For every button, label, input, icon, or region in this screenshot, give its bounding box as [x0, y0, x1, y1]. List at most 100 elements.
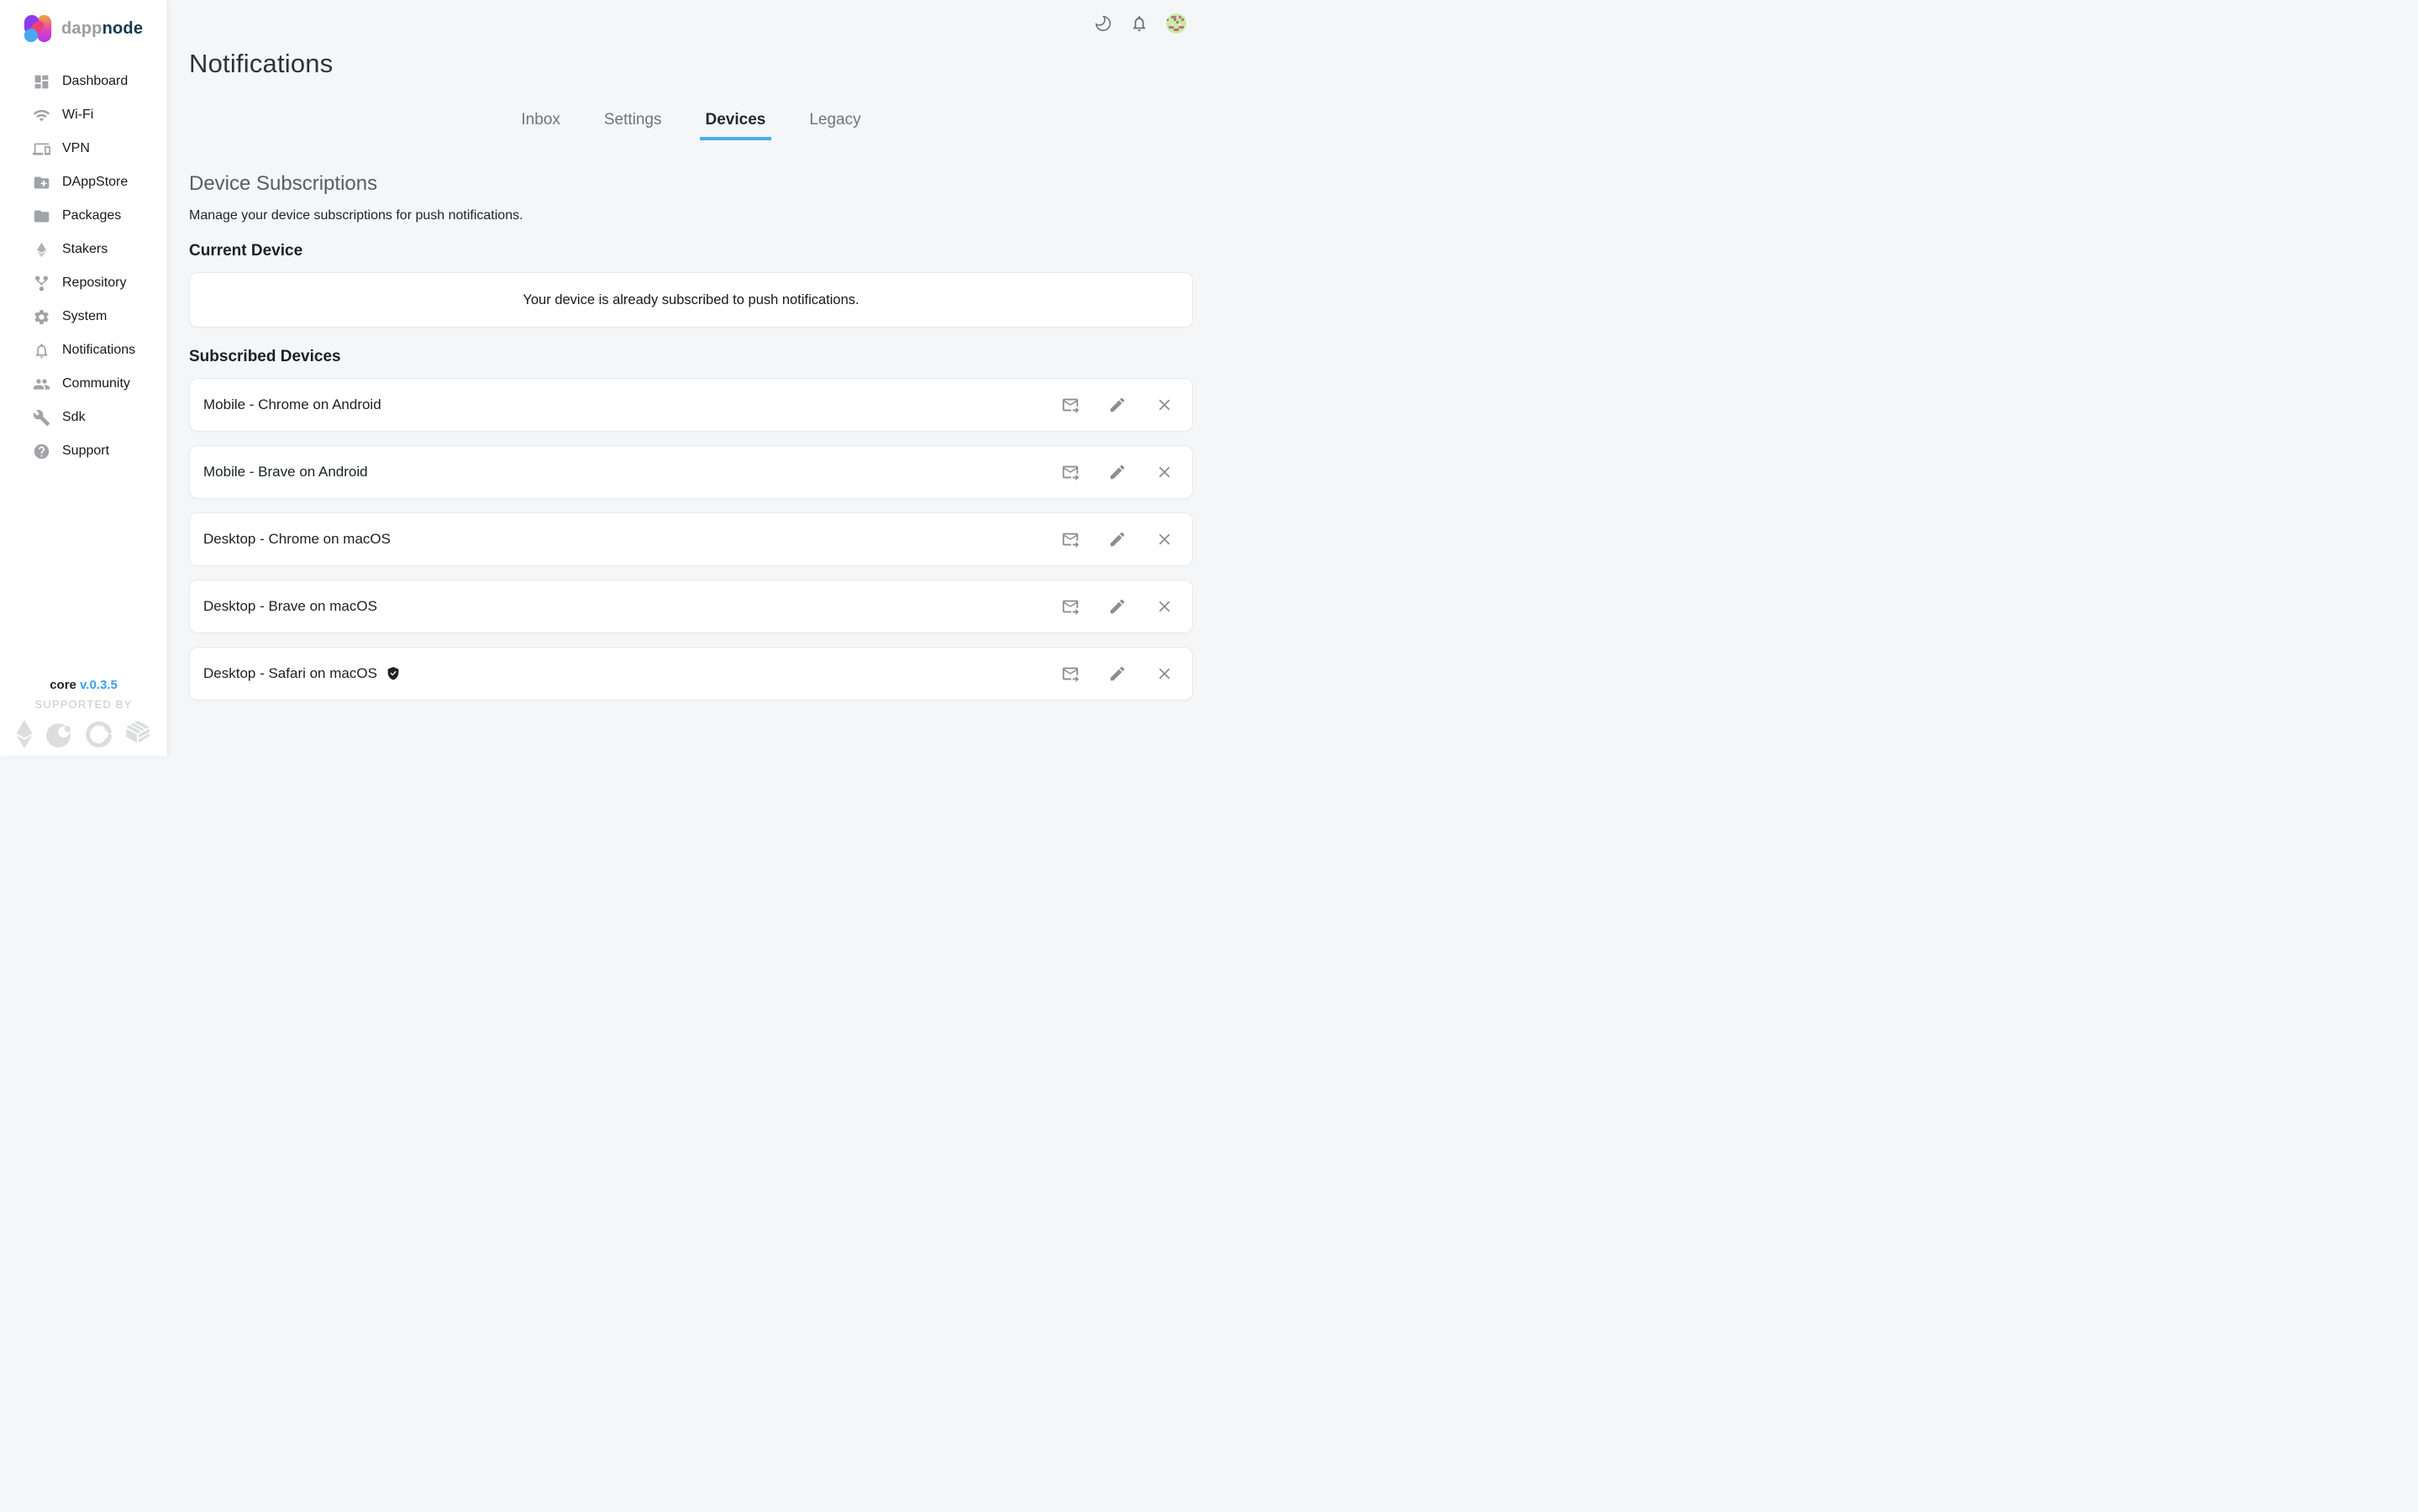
sidebar-item-support[interactable]: Support	[0, 434, 167, 468]
send-test-notification-button[interactable]	[1061, 530, 1080, 549]
brand-name: dappnode	[61, 19, 143, 39]
sidebar-item-vpn[interactable]: VPN	[0, 132, 167, 165]
section-description: Manage your device subscriptions for pus…	[189, 208, 1193, 223]
sidebar-item-sdk[interactable]: Sdk	[0, 401, 167, 434]
core-version-link[interactable]: v.0.3.5	[80, 678, 118, 692]
sidebar-footer: core v.0.3.5 SUPPORTED BY	[0, 678, 167, 756]
device-name: Mobile - Chrome on Android	[203, 396, 381, 413]
close-icon	[1155, 530, 1174, 549]
current-device-heading: Current Device	[189, 242, 1193, 260]
page-title: Notifications	[189, 49, 1193, 79]
wifi-icon	[33, 107, 50, 124]
device-row: Desktop - Safari on macOS	[189, 647, 1193, 701]
device-name: Desktop - Brave on macOS	[203, 598, 377, 615]
sidebar: dappnode Dashboard Wi-Fi VPN DAppStore P…	[0, 0, 168, 756]
sidebar-item-stakers[interactable]: Stakers	[0, 233, 167, 266]
device-name: Desktop - Safari on macOS	[203, 665, 377, 682]
delete-device-button[interactable]	[1155, 530, 1174, 549]
sidebar-item-community[interactable]: Community	[0, 367, 167, 401]
dashboard-icon	[33, 73, 50, 91]
tab-devices[interactable]: Devices	[700, 111, 772, 140]
close-icon	[1155, 396, 1174, 414]
notifications-bell-button[interactable]	[1130, 14, 1149, 33]
forward-to-inbox-icon	[1061, 396, 1080, 414]
device-row-actions	[1061, 396, 1174, 414]
edit-device-button[interactable]	[1108, 664, 1127, 683]
edit-device-button[interactable]	[1108, 396, 1127, 414]
sidebar-item-system[interactable]: System	[0, 300, 167, 333]
sidebar-item-label: Wi-Fi	[62, 108, 93, 123]
device-row-actions	[1061, 530, 1174, 549]
send-test-notification-button[interactable]	[1061, 396, 1080, 414]
delete-device-button[interactable]	[1155, 664, 1174, 683]
sidebar-item-packages[interactable]: Packages	[0, 199, 167, 233]
edit-pencil-icon	[1108, 597, 1127, 616]
send-test-notification-button[interactable]	[1061, 463, 1080, 481]
device-row-actions	[1061, 664, 1174, 683]
current-device-message: Your device is already subscribed to pus…	[523, 292, 859, 308]
sidebar-item-label: VPN	[62, 141, 90, 156]
gear-icon	[33, 308, 50, 326]
sponsor-logos	[0, 719, 167, 749]
dark-mode-moon-icon	[1094, 14, 1112, 33]
edit-device-button[interactable]	[1108, 597, 1127, 616]
device-name: Desktop - Chrome on macOS	[203, 531, 391, 548]
forward-to-inbox-icon	[1061, 664, 1080, 683]
sidebar-item-notifications[interactable]: Notifications	[0, 333, 167, 367]
tabs: Inbox Settings Devices Legacy	[189, 111, 1193, 140]
brand-logo[interactable]: dappnode	[0, 0, 167, 51]
app-root: dappnode Dashboard Wi-Fi VPN DAppStore P…	[0, 0, 1209, 756]
delete-device-button[interactable]	[1155, 463, 1174, 481]
close-icon	[1155, 463, 1174, 481]
ethereum-icon	[33, 241, 50, 259]
device-name: Mobile - Brave on Android	[203, 464, 368, 480]
ring-dot-logo-icon	[83, 721, 113, 749]
tab-settings[interactable]: Settings	[598, 111, 668, 140]
send-test-notification-button[interactable]	[1061, 597, 1080, 616]
send-test-notification-button[interactable]	[1061, 664, 1080, 683]
verified-shield-icon	[386, 666, 400, 681]
people-icon	[33, 375, 50, 393]
edit-pencil-icon	[1108, 664, 1127, 683]
sidebar-item-label: Sdk	[62, 410, 86, 425]
sidebar-item-dappstore[interactable]: DAppStore	[0, 165, 167, 199]
sidebar-item-label: Notifications	[62, 343, 135, 358]
device-row: Desktop - Brave on macOS	[189, 580, 1193, 633]
bell-icon	[33, 342, 50, 360]
user-avatar-identicon	[1166, 13, 1186, 34]
subscribed-devices-list: Mobile - Chrome on Android Mobile - Brav…	[189, 378, 1193, 701]
sidebar-item-repository[interactable]: Repository	[0, 266, 167, 300]
cube-logo-icon	[123, 719, 153, 749]
sidebar-item-label: Dashboard	[62, 74, 128, 89]
folder-plus-icon	[33, 174, 50, 192]
close-icon	[1155, 597, 1174, 616]
delete-device-button[interactable]	[1155, 597, 1174, 616]
close-icon	[1155, 664, 1174, 683]
sidebar-item-dashboard[interactable]: Dashboard	[0, 65, 167, 98]
wrench-icon	[33, 409, 50, 427]
tab-legacy[interactable]: Legacy	[803, 111, 866, 140]
edit-device-button[interactable]	[1108, 463, 1127, 481]
sidebar-item-label: Stakers	[62, 242, 108, 257]
forward-to-inbox-icon	[1061, 530, 1080, 549]
folder-icon	[33, 207, 50, 225]
current-device-card: Your device is already subscribed to pus…	[189, 272, 1193, 328]
edit-pencil-icon	[1108, 530, 1127, 549]
user-avatar-button[interactable]	[1166, 13, 1186, 34]
tab-inbox[interactable]: Inbox	[515, 111, 565, 140]
sidebar-item-label: System	[62, 309, 107, 324]
theme-toggle-button[interactable]	[1094, 14, 1112, 33]
device-row-actions	[1061, 597, 1174, 616]
sidebar-item-wifi[interactable]: Wi-Fi	[0, 98, 167, 132]
core-version: core v.0.3.5	[0, 678, 167, 692]
edit-device-button[interactable]	[1108, 530, 1127, 549]
sidebar-item-label: Repository	[62, 276, 126, 291]
dappnode-logo-icon	[22, 13, 54, 45]
device-row-actions	[1061, 463, 1174, 481]
device-row: Mobile - Brave on Android	[189, 445, 1193, 499]
delete-device-button[interactable]	[1155, 396, 1174, 414]
device-row: Mobile - Chrome on Android	[189, 378, 1193, 432]
edit-pencil-icon	[1108, 396, 1127, 414]
supported-by-label: SUPPORTED BY	[0, 698, 167, 711]
subscribed-devices-heading: Subscribed Devices	[189, 348, 1193, 366]
